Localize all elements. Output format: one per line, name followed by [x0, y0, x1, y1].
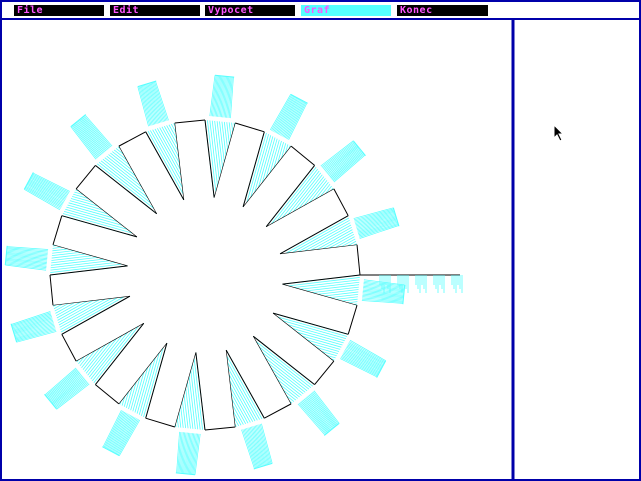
arrow-pointer-icon [553, 124, 565, 142]
screen-frame [0, 0, 641, 481]
menu-file[interactable]: File [14, 5, 104, 16]
menu-bar: File Edit Vypocet Graf Konec [0, 0, 641, 19]
menu-vypocet[interactable]: Vypocet [205, 5, 295, 16]
menu-konec[interactable]: Konec [397, 5, 488, 16]
menu-graf[interactable]: Graf [301, 5, 391, 16]
menu-edit[interactable]: Edit [110, 5, 200, 16]
graph-canvas [4, 74, 463, 476]
